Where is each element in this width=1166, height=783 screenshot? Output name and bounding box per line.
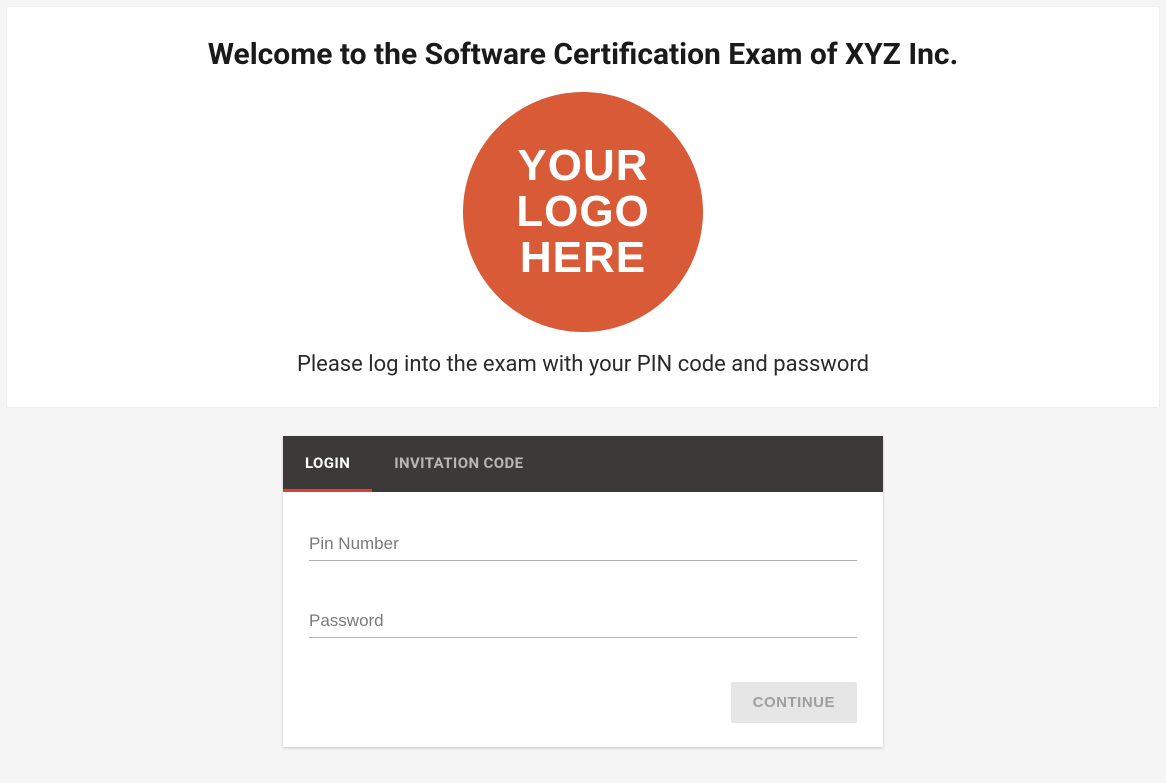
logo-text-line1: YOUR — [517, 143, 648, 189]
logo-container: YOUR LOGO HERE — [27, 92, 1139, 332]
pin-field-wrapper — [309, 528, 857, 561]
tab-invitation-code[interactable]: INVITATION CODE — [372, 436, 545, 492]
login-form: CONTINUE — [283, 492, 883, 747]
welcome-card: Welcome to the Software Certification Ex… — [6, 6, 1160, 408]
instruction-text: Please log into the exam with your PIN c… — [27, 352, 1139, 377]
form-actions: CONTINUE — [309, 682, 857, 723]
login-tabs: LOGIN INVITATION CODE — [283, 436, 883, 492]
logo-text-line2: LOGO — [516, 189, 650, 235]
page-title: Welcome to the Software Certification Ex… — [27, 37, 1139, 72]
logo-placeholder-icon: YOUR LOGO HERE — [463, 92, 703, 332]
password-field-wrapper — [309, 605, 857, 638]
continue-button[interactable]: CONTINUE — [731, 682, 857, 723]
logo-text-line3: HERE — [520, 235, 646, 281]
pin-number-input[interactable] — [309, 528, 857, 561]
login-card: LOGIN INVITATION CODE CONTINUE — [283, 436, 883, 747]
tab-login[interactable]: LOGIN — [283, 436, 372, 492]
password-input[interactable] — [309, 605, 857, 638]
